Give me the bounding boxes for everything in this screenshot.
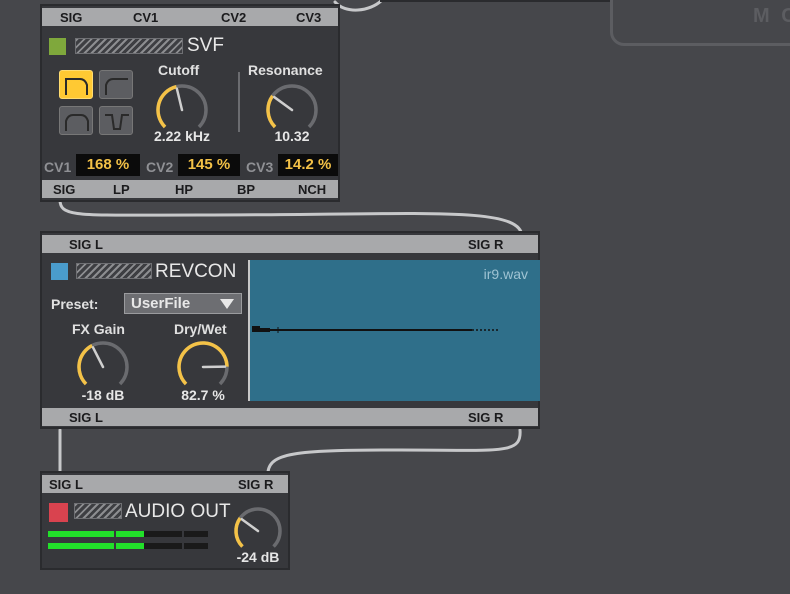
preset-label: Preset:	[51, 296, 99, 312]
notch-icon	[105, 114, 129, 130]
chevron-down-icon	[220, 299, 234, 309]
svf-input-ports: SIG CV1 CV2 CV3	[42, 8, 338, 26]
dry-wet-value: 82.7 %	[181, 387, 225, 403]
cable-top-incoming	[333, 0, 384, 12]
knob-value-arc	[266, 94, 277, 129]
impulse-waveform	[252, 326, 498, 333]
audio-out-module[interactable]: SIG L SIG R AUDIO OUT -24 dB	[40, 471, 290, 570]
svf-out-port-nch[interactable]: NCH	[298, 182, 326, 197]
meter-segment-divider	[114, 531, 116, 549]
svf-in-port-cv3[interactable]: CV3	[296, 10, 321, 25]
filter-mode-notch-button[interactable]	[99, 106, 133, 135]
audio-out-in-port-sig-l[interactable]: SIG L	[49, 477, 83, 492]
revcon-drag-handle[interactable]	[76, 263, 152, 279]
preset-dropdown[interactable]: UserFile	[124, 293, 242, 314]
top-divider-line	[380, 0, 610, 2]
svf-module[interactable]: SIG CV1 CV2 CV3 SVF Cutoff 2.22 kHz Reso…	[40, 4, 340, 202]
svf-out-port-bp[interactable]: BP	[237, 182, 255, 197]
audio-out-drag-handle[interactable]	[74, 503, 122, 519]
top-right-panel-label: M C	[753, 5, 790, 27]
revcon-color-swatch[interactable]	[51, 263, 68, 280]
svf-in-port-cv1[interactable]: CV1	[133, 10, 158, 25]
fx-gain-label: FX Gain	[72, 321, 125, 337]
knob-value-arc	[77, 344, 93, 386]
output-volume-value: -24 dB	[236, 549, 280, 565]
knob-pointer	[272, 95, 294, 112]
meter-left-fill	[48, 531, 144, 537]
knob-track-arc	[234, 507, 282, 548]
resonance-label: Resonance	[248, 62, 323, 78]
svf-divider	[238, 72, 240, 132]
output-level-meter	[48, 531, 208, 551]
svf-out-port-sig[interactable]: SIG	[53, 182, 75, 197]
revcon-in-port-sig-l[interactable]: SIG L	[69, 237, 103, 252]
revcon-out-port-sig-l[interactable]: SIG L	[69, 410, 103, 425]
audio-out-color-swatch[interactable]	[49, 503, 68, 522]
knob-pointer	[91, 346, 105, 369]
svf-color-swatch[interactable]	[49, 38, 66, 55]
cable-revcon-to-out-right	[266, 428, 522, 474]
knob-value-arc	[156, 84, 177, 129]
revcon-input-ports: SIG L SIG R	[42, 235, 538, 253]
svf-out-port-lp[interactable]: LP	[113, 182, 130, 197]
cutoff-value: 2.22 kHz	[153, 128, 211, 144]
cutoff-label: Cutoff	[158, 62, 200, 78]
cv3-amount-box[interactable]: 14.2 %	[278, 154, 338, 176]
filter-mode-bandpass-button[interactable]	[59, 106, 93, 135]
fx-gain-value: -18 dB	[81, 387, 125, 403]
cv1-amount-box[interactable]: 168 %	[76, 154, 140, 176]
cv2-amount-box[interactable]: 145 %	[178, 154, 240, 176]
revcon-module[interactable]: SIG L SIG R REVCON Preset: UserFile FX G…	[40, 231, 540, 429]
impulse-response-display[interactable]: ir9.wav	[248, 260, 540, 401]
svf-in-port-sig[interactable]: SIG	[60, 10, 82, 25]
knob-track-arc	[266, 84, 318, 129]
knob-value-arc	[177, 341, 229, 386]
audio-out-title: AUDIO OUT	[125, 501, 231, 522]
resonance-value: 10.32	[274, 128, 310, 144]
filter-mode-lowpass-button[interactable]	[59, 70, 93, 99]
knob-pointer	[240, 517, 260, 533]
revcon-in-port-sig-r[interactable]: SIG R	[468, 237, 503, 252]
preset-dropdown-value: UserFile	[131, 295, 191, 312]
revcon-out-port-sig-r[interactable]: SIG R	[468, 410, 503, 425]
dry-wet-label: Dry/Wet	[174, 321, 227, 337]
revcon-title: REVCON	[155, 261, 237, 282]
audio-out-in-port-sig-r[interactable]: SIG R	[238, 477, 273, 492]
filter-mode-highpass-button[interactable]	[99, 70, 133, 99]
cv1-label: CV1	[44, 159, 72, 175]
top-right-panel: M C	[610, 0, 790, 46]
highpass-icon	[105, 78, 128, 95]
svf-output-ports: SIG LP HP BP NCH	[42, 180, 338, 198]
svf-in-port-cv2[interactable]: CV2	[221, 10, 246, 25]
knob-value-arc	[234, 517, 244, 548]
svf-out-port-hp[interactable]: HP	[175, 182, 193, 197]
meter-right-fill	[48, 543, 144, 549]
meter-segment-divider	[182, 531, 184, 549]
svf-title: SVF	[187, 35, 224, 56]
svf-drag-handle[interactable]	[75, 38, 183, 54]
lowpass-icon	[65, 78, 88, 95]
knob-pointer	[175, 87, 184, 112]
revcon-output-ports: SIG L SIG R	[42, 408, 538, 426]
cv3-label: CV3	[246, 159, 274, 175]
audio-out-input-ports: SIG L SIG R	[42, 475, 288, 493]
bandpass-icon	[65, 114, 89, 131]
cv2-label: CV2	[146, 159, 174, 175]
